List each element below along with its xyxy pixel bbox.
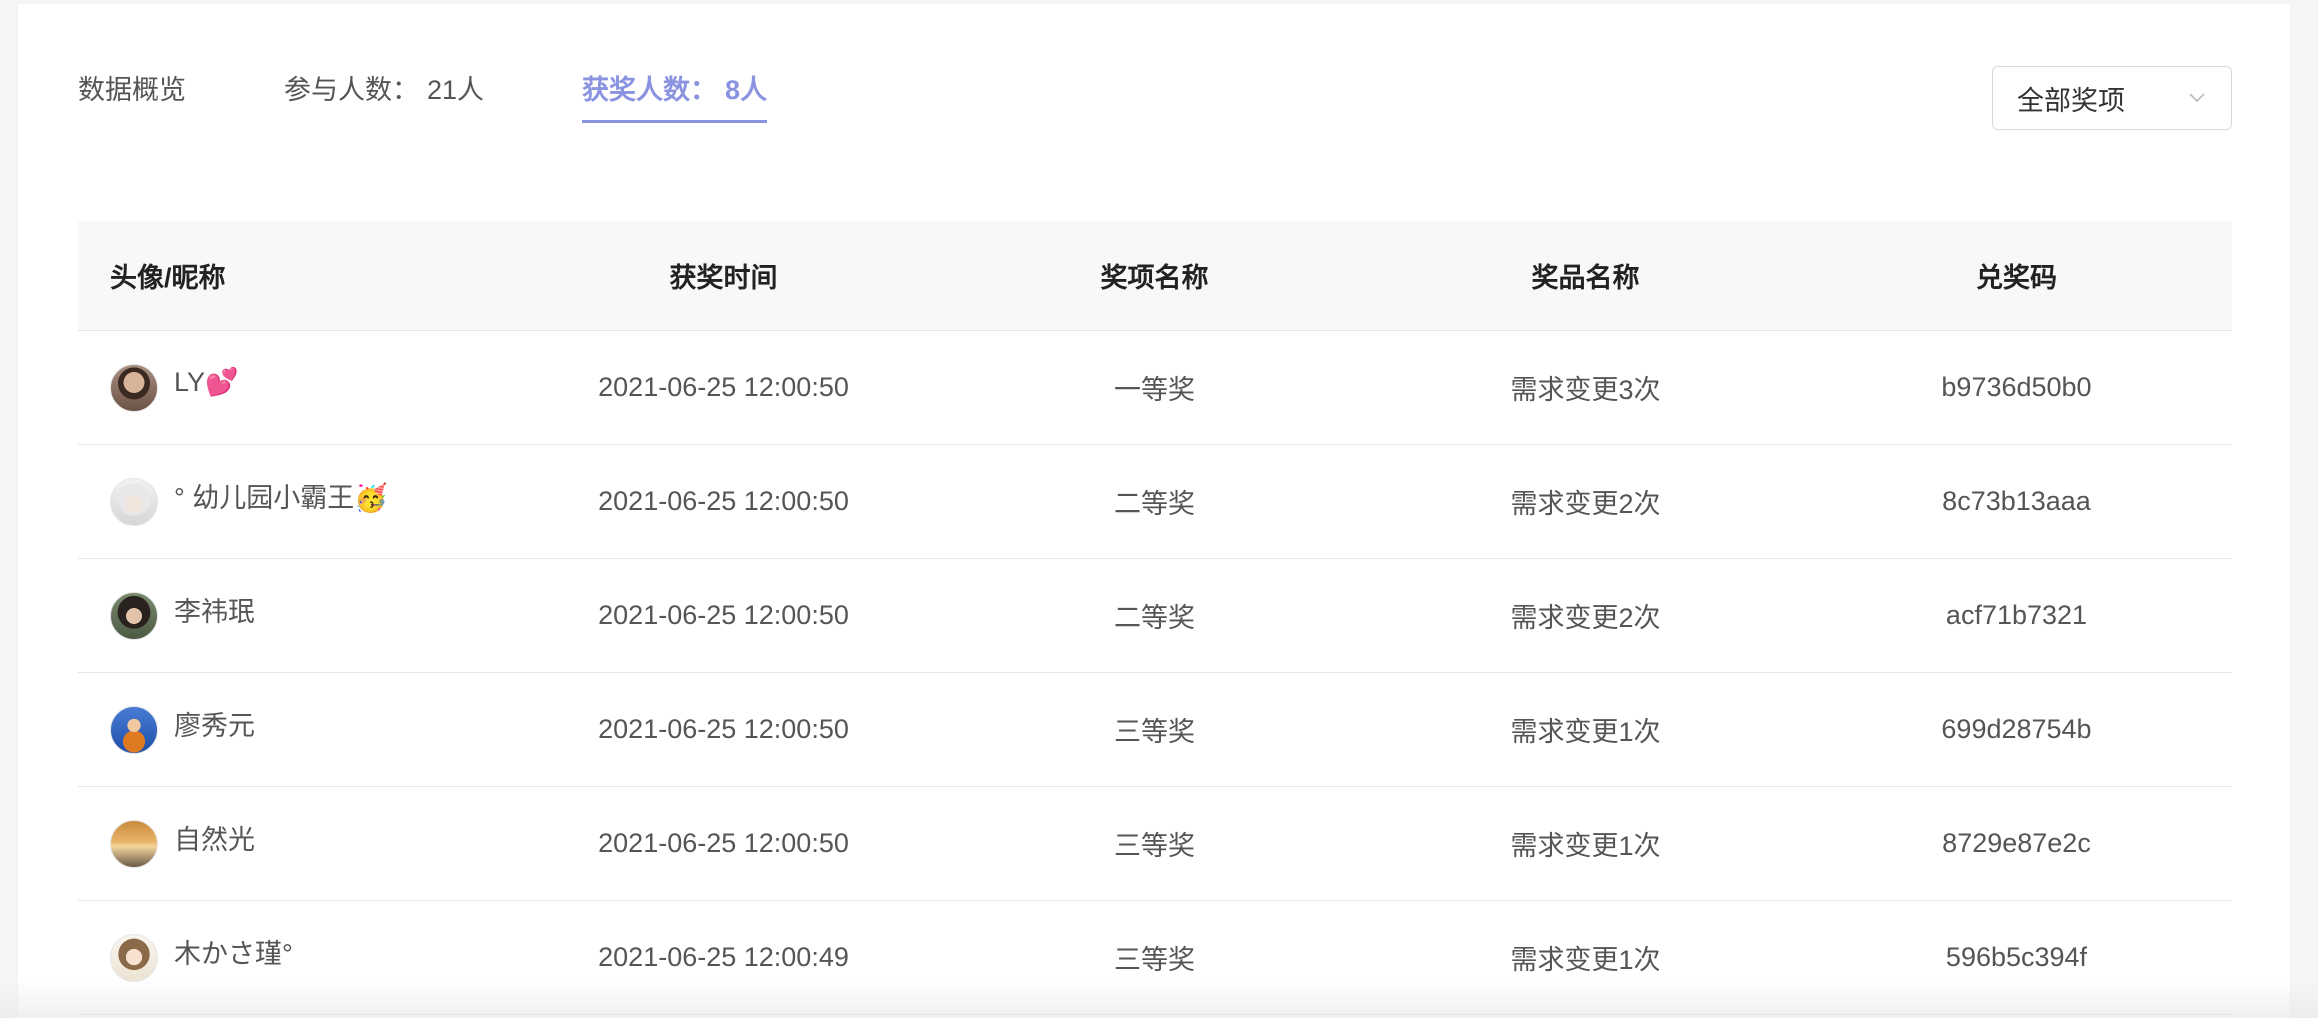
award-name: 三等奖 [1114,831,1195,861]
user-cell: 木かさ瑾° [78,933,508,982]
user-cell: LY💕 [78,363,508,412]
user-cell: 李祎珉 [78,591,508,640]
winners-table: 头像/昵称 获奖时间 奖项名称 奖品名称 兑奖码 LY💕 2021-06-25 … [78,221,2232,1015]
award-name: 二等奖 [1114,603,1195,633]
avatar [110,819,158,868]
win-time: 2021-06-25 12:00:49 [598,942,849,972]
avatar [110,591,158,640]
award-name: 三等奖 [1114,717,1195,747]
participants-count: 21人 [427,75,485,105]
redeem-code: 8c73b13aaa [1942,486,2091,516]
award-name: 三等奖 [1114,945,1195,975]
redeem-code: 596b5c394f [1945,942,2088,972]
prize-name: 需求变更2次 [1510,489,1661,519]
table-row: 李祎珉 2021-06-25 12:00:50 二等奖 需求变更2次 acf71… [78,559,2232,673]
nickname: 廖秀元 [174,711,255,741]
win-time: 2021-06-25 12:00:50 [598,372,849,402]
winners-panel: 数据概览 参与人数： 21人 获奖人数： 8人 全部奖项 头像/昵称 获奖时间 奖项… [18,4,2290,1018]
winners-count: 8人 [725,75,768,105]
bottom-shadow [0,978,2318,1018]
avatar [110,705,158,754]
column-header-win-time: 获奖时间 [669,263,778,293]
chevron-down-icon [2189,93,2205,103]
win-time: 2021-06-25 12:00:50 [598,600,849,630]
avatar [110,933,158,982]
redeem-code: b9736d50b0 [1941,372,2092,402]
winners-label: 获奖人数： [582,75,718,105]
tab-participants[interactable]: 参与人数： 21人 [284,72,484,108]
column-header-avatar-nickname: 头像/昵称 [110,263,226,293]
nickname: 木かさ瑾° [174,939,293,969]
prize-name: 需求变更1次 [1510,945,1661,975]
participants-label: 参与人数： [284,75,419,105]
avatar [110,363,158,412]
user-cell: ° 幼儿园小霸王🥳 [78,477,508,526]
tab-winners[interactable]: 获奖人数： 8人 [582,72,768,123]
prize-name: 需求变更1次 [1510,831,1661,861]
redeem-code: 699d28754b [1941,714,2092,744]
award-filter-select[interactable]: 全部奖项 [1992,66,2232,130]
prize-name: 需求变更2次 [1510,603,1661,633]
prize-name: 需求变更3次 [1510,375,1661,405]
user-cell: 廖秀元 [78,705,508,754]
stats-tabs: 数据概览 参与人数： 21人 获奖人数： 8人 [78,72,768,123]
nickname: ° 幼儿园小霸王🥳 [174,483,388,513]
column-header-award-name: 奖项名称 [1100,263,1209,293]
column-header-prize-name: 奖品名称 [1531,263,1640,293]
award-filter-value: 全部奖项 [2017,85,2125,116]
redeem-code: 8729e87e2c [1942,828,2091,858]
award-name: 一等奖 [1114,375,1195,405]
prize-name: 需求变更1次 [1510,717,1661,747]
user-cell: 自然光 [78,819,508,868]
win-time: 2021-06-25 12:00:50 [598,486,849,516]
nickname: LY💕 [174,366,239,397]
tab-label: 数据概览 [78,75,186,105]
win-time: 2021-06-25 12:00:50 [598,714,849,744]
table-row: 自然光 2021-06-25 12:00:50 三等奖 需求变更1次 8729e… [78,787,2232,901]
tab-data-overview[interactable]: 数据概览 [78,72,186,108]
redeem-code: acf71b7321 [1945,600,2088,630]
table-row: LY💕 2021-06-25 12:00:50 一等奖 需求变更3次 b9736… [78,331,2232,445]
avatar [110,477,158,526]
table-header: 头像/昵称 获奖时间 奖项名称 奖品名称 兑奖码 [78,221,2232,331]
table-row: ° 幼儿园小霸王🥳 2021-06-25 12:00:50 二等奖 需求变更2次… [78,445,2232,559]
win-time: 2021-06-25 12:00:50 [598,828,849,858]
column-header-redeem-code: 兑奖码 [1976,263,2057,293]
nickname: 自然光 [174,825,255,855]
nickname: 李祎珉 [174,597,255,627]
award-name: 二等奖 [1114,489,1195,519]
table-row: 廖秀元 2021-06-25 12:00:50 三等奖 需求变更1次 699d2… [78,673,2232,787]
